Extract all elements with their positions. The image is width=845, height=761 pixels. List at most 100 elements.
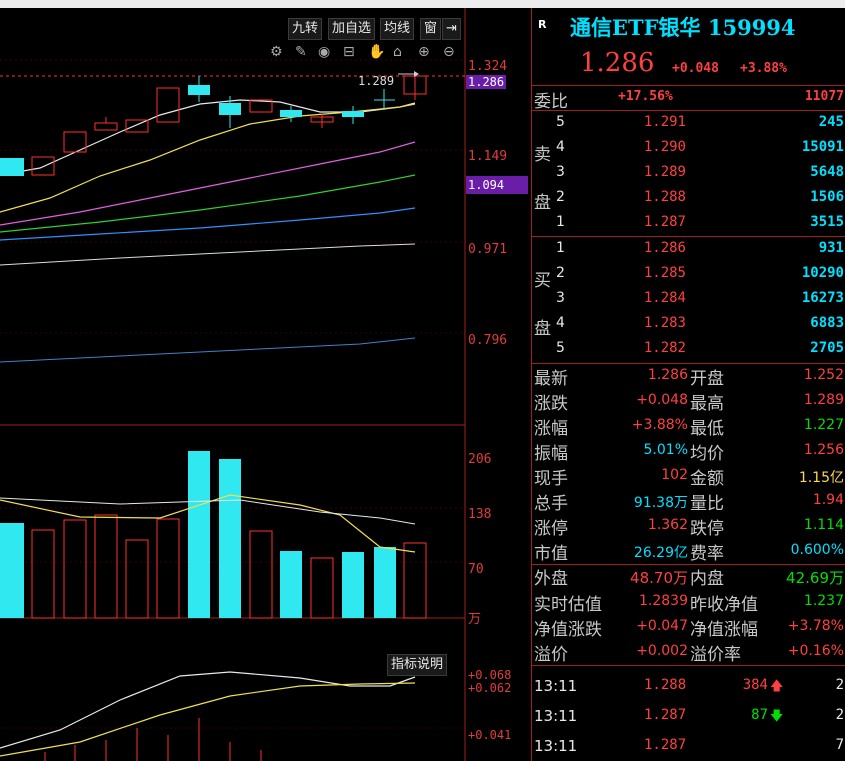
tick-time: 13:11 — [534, 677, 578, 695]
buy-level-price: 1.284 — [643, 290, 686, 306]
stat-label: 均价 — [690, 444, 724, 464]
tick-price: 1.287 — [644, 737, 687, 753]
buy-level-row[interactable]: 4 1.283 6883 — [532, 312, 845, 337]
volume-axis-tick: 138 — [468, 507, 492, 522]
tick-count: 7 — [835, 737, 844, 753]
hand-icon[interactable]: ✋ — [368, 44, 385, 60]
panel-toggle-icon[interactable]: ⇥ — [442, 18, 461, 40]
lock-icon[interactable]: ⌂ — [393, 44, 402, 60]
nav-row: 溢价 +0.002 溢价率 +0.16% — [532, 640, 845, 665]
buy-level-row[interactable]: 5 1.282 2705 — [532, 337, 845, 362]
sell-level-row[interactable]: 3 1.289 5648 — [532, 161, 845, 186]
tick-price: 1.288 — [644, 677, 687, 693]
stat-row: 振幅 5.01% 均价 1.256 — [532, 439, 845, 464]
tick-volume: 87 — [751, 707, 768, 723]
security-title: 通信ETF银华 159994 — [570, 15, 796, 40]
tick-row: 13:11 1.287 7 — [532, 734, 845, 759]
buy-level-row[interactable]: 3 1.284 16273 — [532, 287, 845, 312]
sell-level-index: 4 — [556, 139, 565, 155]
stat-row: 市值 26.29亿 费率 0.600% — [532, 539, 845, 564]
nav-row: 实时估值 1.2839 昨收净值 1.237 — [532, 590, 845, 615]
stat-value: 1.286 — [647, 367, 688, 383]
price-axis-tick: 1.149 — [468, 149, 508, 164]
buy-level-row[interactable]: 1 1.286 931 — [532, 237, 845, 262]
volume-axis-tick: 206 — [468, 452, 492, 467]
window-button[interactable]: 窗 — [420, 18, 442, 40]
nav-row: 净值涨跌 +0.047 净值涨幅 +3.78% — [532, 615, 845, 640]
price-axis-tick: 0.971 — [468, 242, 508, 257]
jiuzhuan-button[interactable]: 九转 — [288, 18, 323, 40]
realtime-badge: R — [538, 18, 547, 31]
stat-label: 涨幅 — [534, 419, 568, 439]
stat-value: 1.227 — [803, 417, 844, 433]
stat-label: 开盘 — [690, 369, 724, 389]
lock-open-icon[interactable]: ⊟ — [343, 44, 355, 60]
sell-level-price: 1.290 — [643, 139, 686, 155]
price-change-pct: +3.88% — [740, 61, 787, 76]
sell-level-row[interactable]: 5 1.291 245 — [532, 111, 845, 136]
sell-level-volume: 3515 — [810, 214, 844, 230]
stat-label: 总手 — [534, 494, 568, 514]
kline-chart-area[interactable]: 九转 加自选 均线 窗 ⇥ ⚙ ✎ ◉ ⊟ ✋ ⌂ ⊕ ⊖ 1.289 1.32… — [0, 8, 530, 761]
mark-price-tag: 1.094 — [466, 176, 528, 194]
sell-level-row[interactable]: 4 1.290 15091 — [532, 136, 845, 161]
weibi-label: 委比 — [534, 92, 568, 112]
sell-level-row[interactable]: 2 1.288 1506 — [532, 186, 845, 211]
sell-level-row[interactable]: 1 1.287 3515 — [532, 211, 845, 236]
nav-value: +0.047 — [636, 618, 688, 634]
stat-value: 0.600% — [790, 542, 844, 558]
zoom-in-icon[interactable]: ⊕ — [418, 44, 430, 60]
inner-label: 内盘 — [690, 569, 724, 589]
volume-unit: 万 — [468, 612, 482, 627]
buy-level-price: 1.283 — [643, 315, 686, 331]
zoom-out-icon[interactable]: ⊖ — [443, 44, 455, 60]
tick-time: 13:11 — [534, 737, 578, 755]
stat-label: 现手 — [534, 469, 568, 489]
stat-value: 26.29亿 — [633, 545, 688, 561]
stat-row: 涨幅 +3.88% 最低 1.227 — [532, 414, 845, 439]
buy-level-volume: 931 — [818, 240, 844, 256]
volume-axis-tick: 70 — [468, 562, 484, 577]
buy-level-volume: 10290 — [801, 265, 844, 281]
stat-row: 总手 91.38万 量比 1.94 — [532, 489, 845, 514]
nav-label: 净值涨幅 — [690, 620, 758, 640]
buy-level-volume: 16273 — [801, 290, 844, 306]
macd-axis-tick: +0.041 — [468, 728, 512, 742]
indicator-help-button[interactable]: 指标说明 — [387, 654, 448, 676]
stat-value: +3.88% — [631, 417, 688, 433]
sell-level-volume: 1506 — [810, 189, 844, 205]
stat-label: 量比 — [690, 494, 724, 514]
pen-icon[interactable]: ✎ — [295, 44, 307, 60]
nav-label: 实时估值 — [534, 595, 602, 615]
settings-icon[interactable]: ⚙ — [270, 44, 283, 60]
tick-time: 13:11 — [534, 707, 578, 725]
stat-value: 1.15亿 — [798, 470, 844, 486]
buy-level-row[interactable]: 2 1.285 10290 — [532, 262, 845, 287]
price-axis-tick: 1.324 — [468, 59, 508, 74]
sell-level-price: 1.289 — [643, 164, 686, 180]
stat-value: 91.38万 — [633, 495, 688, 511]
sell-level-price: 1.288 — [643, 189, 686, 205]
stat-label: 涨停 — [534, 519, 568, 539]
sell-level-price: 1.291 — [643, 114, 686, 130]
tick-count: 2 — [835, 677, 844, 693]
tick-direction-icon: 🡅 — [770, 679, 784, 694]
nav-value: +0.16% — [787, 643, 844, 659]
ma-button[interactable]: 均线 — [380, 18, 415, 40]
sell-level-index: 3 — [556, 164, 565, 180]
eye-icon[interactable]: ◉ — [318, 44, 330, 60]
nav-value: 1.2839 — [639, 593, 688, 609]
stat-row: 现手 102 金额 1.15亿 — [532, 464, 845, 489]
stat-label: 市值 — [534, 544, 568, 564]
last-price: 1.286 — [580, 48, 655, 78]
add-watchlist-button[interactable]: 加自选 — [328, 18, 376, 40]
outer-label: 外盘 — [534, 569, 568, 589]
buy-level-price: 1.282 — [643, 340, 686, 356]
stat-row: 最新 1.286 开盘 1.252 — [532, 364, 845, 389]
stat-label: 最高 — [690, 394, 724, 414]
weibi-pct: +17.56% — [618, 89, 673, 104]
window-top-strip — [0, 0, 845, 8]
high-price-label: 1.289 — [358, 74, 395, 88]
stat-label: 涨跌 — [534, 394, 568, 414]
buy-level-volume: 2705 — [810, 340, 844, 356]
